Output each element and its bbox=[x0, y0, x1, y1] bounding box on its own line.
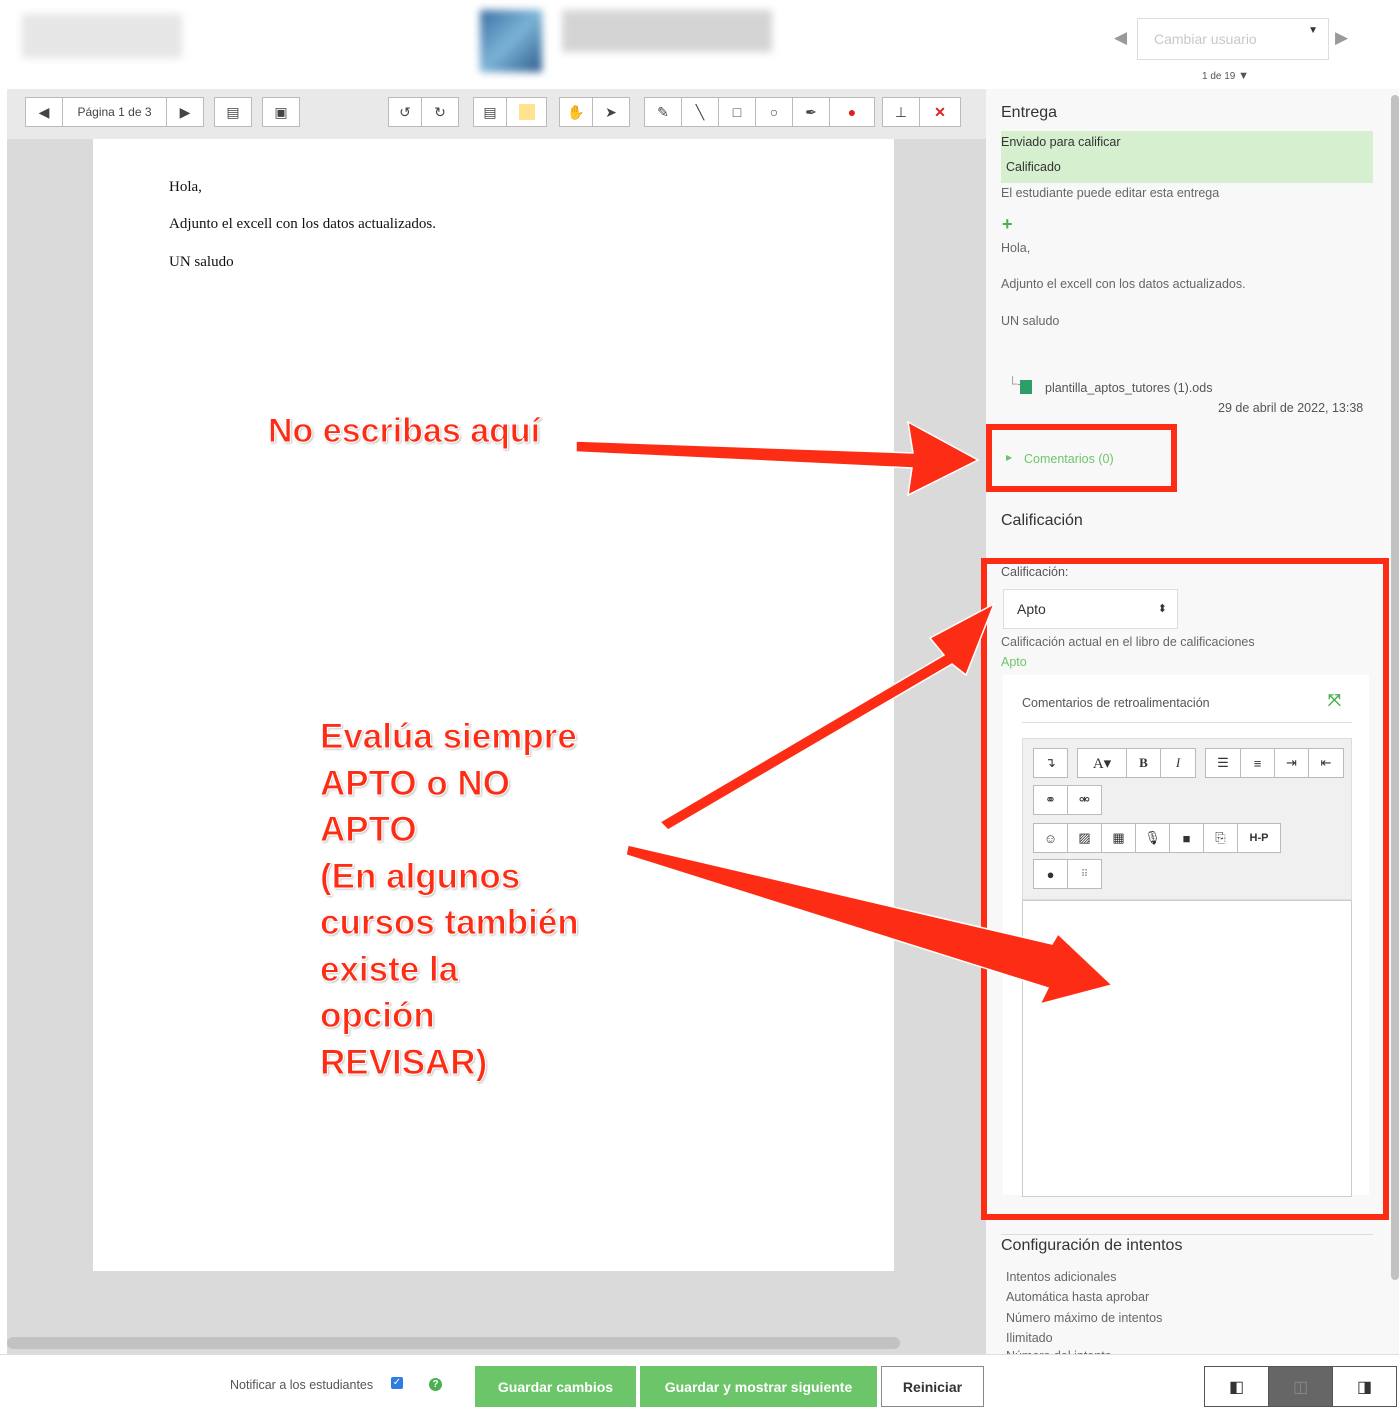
save-button[interactable]: Guardar cambios bbox=[475, 1366, 636, 1407]
reset-button[interactable]: Reiniciar bbox=[881, 1366, 984, 1407]
arrow-to-feedback bbox=[625, 844, 1114, 1006]
notify-checkbox[interactable]: ✓ bbox=[391, 1377, 403, 1389]
save-next-button[interactable]: Guardar y mostrar siguiente bbox=[640, 1366, 877, 1407]
default-layout-icon[interactable]: ◫ bbox=[1268, 1366, 1333, 1407]
arrow-to-comments bbox=[575, 420, 980, 497]
annotation-no-write: No escribas aquí bbox=[267, 412, 541, 451]
collapse-grade-icon[interactable]: ◨ bbox=[1332, 1366, 1397, 1407]
annotation-arrows bbox=[575, 420, 1114, 1006]
annotation-evaluate: Evalúa siempre APTO o NO APTO (En alguno… bbox=[320, 717, 580, 1082]
help-icon[interactable]: ? bbox=[429, 1378, 442, 1391]
arrow-to-grade-select bbox=[658, 602, 996, 831]
notify-students-label: Notificar a los estudiantes bbox=[230, 1378, 374, 1392]
collapse-review-icon[interactable]: ◧ bbox=[1204, 1366, 1269, 1407]
